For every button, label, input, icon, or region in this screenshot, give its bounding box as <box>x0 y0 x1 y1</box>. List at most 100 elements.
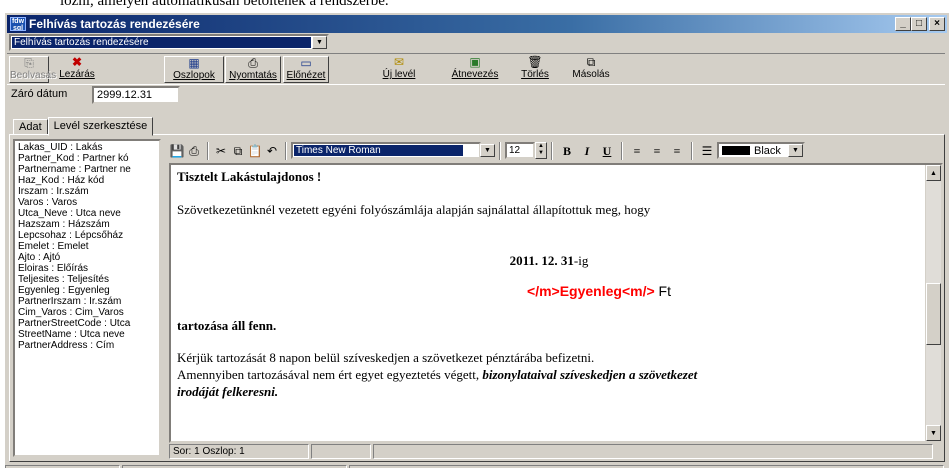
template-select-value: Felhívás tartozás rendezésére <box>12 37 311 48</box>
letter-line: Szövetkezetünknél vezetett egyéni folyós… <box>177 202 651 217</box>
letter-amount-line: </m>Egyenleg<m/> Ft <box>171 283 941 299</box>
italic-button[interactable]: I <box>577 142 597 160</box>
letter-date-line: 2011. 12. 31-ig <box>171 253 927 269</box>
letter-line: Amennyiben tartozásával nem ért egyet eg… <box>177 367 697 383</box>
underline-button[interactable]: U <box>597 142 617 160</box>
merge-field-item[interactable]: Varos : Varos <box>18 197 159 208</box>
amount-unit: Ft <box>654 283 671 299</box>
toolbar-separator <box>691 141 693 160</box>
red-x-icon: ✖ <box>71 55 83 69</box>
window-title: Felhívás tartozás rendezésére <box>29 17 200 31</box>
merge-field-item[interactable]: Emelet : Emelet <box>18 241 159 252</box>
letter-greeting: Tisztelt Lakástulajdonos ! <box>177 169 322 184</box>
merge-field-item[interactable]: Ajto : Ajtó <box>18 252 159 263</box>
copy-icon: ⧉ <box>586 55 596 69</box>
merge-field-item[interactable]: Eloiras : Előírás <box>18 263 159 274</box>
scroll-thumb[interactable] <box>926 283 941 345</box>
merge-field-item[interactable]: Partnername : Partner ne <box>18 164 159 175</box>
merge-field-item[interactable]: PartnerAddress : Cím <box>18 340 159 351</box>
letter-editor-window: fdw sql Felhívás tartozás rendezésére _ … <box>4 12 949 468</box>
app-icon: fdw sql <box>10 17 26 31</box>
merge-field-egyenleg: </m>Egyenleg<m/> <box>527 283 655 299</box>
rename-button[interactable]: ▣ Átnevezés <box>447 56 503 83</box>
merge-field-item[interactable]: Hazszam : Házszám <box>18 219 159 230</box>
toolbar-separator <box>207 141 209 160</box>
toolbar-separator <box>551 141 553 160</box>
cut-icon[interactable]: ✂ <box>213 143 229 159</box>
align-center-icon[interactable]: ≡ <box>647 142 667 160</box>
preview-button[interactable]: ▭ Előnézet <box>283 56 329 83</box>
merge-field-item[interactable]: Cim_Varos : Cim_Varos <box>18 307 159 318</box>
copy-icon[interactable]: ⧉ <box>230 143 246 159</box>
tab-strip: Adat Levél szerkesztése <box>13 117 154 136</box>
letter-line-plain: Amennyiben tartozásával nem ért egyet eg… <box>177 367 483 382</box>
merge-field-item[interactable]: Lakas_UID : Lakás <box>18 142 159 153</box>
align-right-icon[interactable]: ≡ <box>667 142 687 160</box>
letter-line: Kérjük tartozását 8 napon belül szíveske… <box>177 350 595 365</box>
letter-line-emphasis: irodáját felkeresni. <box>177 384 279 399</box>
print-icon[interactable]: ⎙ <box>186 143 202 159</box>
merge-field-item[interactable]: Egyenleg : Egyenleg <box>18 285 159 296</box>
merge-field-item[interactable]: PartnerStreetCode : Utca <box>18 318 159 329</box>
close-period-button[interactable]: ✖ Lezárás <box>55 56 99 83</box>
delete-button[interactable]: 🗑 Törlés <box>515 56 555 83</box>
tab-letter-edit[interactable]: Levél szerkesztése <box>47 117 154 136</box>
align-left-icon[interactable]: ≡ <box>627 142 647 160</box>
merge-field-item[interactable]: Lepcsohaz : Lépcsőház <box>18 230 159 241</box>
font-select[interactable]: Times New Roman <box>291 142 481 159</box>
maximize-button[interactable]: □ <box>911 17 927 31</box>
copy-button[interactable]: ⧉ Másolás <box>567 56 615 83</box>
status-panel <box>373 444 933 459</box>
merge-field-item[interactable]: Utca_Neve : Utca neve <box>18 208 159 219</box>
title-bar[interactable]: fdw sql Felhívás tartozás rendezésére _ … <box>7 15 947 33</box>
cursor-position: Sor: 1 Oszlop: 1 <box>169 444 309 459</box>
toolbar-separator <box>285 141 287 160</box>
closing-date-label: Záró dátum <box>11 88 68 100</box>
chevron-down-icon[interactable]: ▼ <box>312 36 327 49</box>
merge-field-item[interactable]: Irszam : Ir.szám <box>18 186 159 197</box>
chevron-down-icon[interactable]: ▼ <box>788 144 803 157</box>
closing-date-input[interactable]: 2999.12.31 <box>92 86 180 104</box>
letter-debt-line: tartozása áll fenn. <box>177 318 277 333</box>
merge-field-item[interactable]: StreetName : Utca neve <box>18 329 159 340</box>
close-button[interactable]: × <box>929 17 945 31</box>
toolbar-separator <box>499 141 501 160</box>
status-panel <box>311 444 371 459</box>
font-select-value: Times New Roman <box>294 145 463 156</box>
minimize-button[interactable]: _ <box>895 17 911 31</box>
save-icon[interactable]: 💾 <box>169 143 185 159</box>
columns-button[interactable]: ▦ Oszlopok <box>164 56 224 83</box>
merge-field-item[interactable]: Haz_Kod : Ház kód <box>18 175 159 186</box>
letter-line-emphasis: bizonylataival szíveskedjen a szövetkeze… <box>482 367 698 382</box>
merge-field-item[interactable]: Partner_Kod : Partner kó <box>18 153 159 164</box>
editor-toolbar: 💾 ⎙ ✂ ⧉ 📋 ↶ Times New Roman ▼ 12 ▲ ▼ B I … <box>169 139 943 162</box>
scroll-up-icon[interactable]: ▲ <box>926 165 941 181</box>
window-controls: _ □ × <box>895 17 945 31</box>
paste-icon[interactable]: 📋 <box>247 143 263 159</box>
tab-adat[interactable]: Adat <box>13 119 48 135</box>
letter-date-suffix: -ig <box>573 253 589 268</box>
merge-field-item[interactable]: PartnerIrszam : Ir.szám <box>18 296 159 307</box>
new-letter-button[interactable]: ✉ Új levél <box>375 56 423 83</box>
print-button[interactable]: ⎙ Nyomtatás <box>225 56 281 83</box>
color-select[interactable]: Black ▼ <box>717 142 805 159</box>
columns-icon: ▦ <box>188 56 200 70</box>
font-size-spinner[interactable]: ▲ ▼ <box>535 142 547 159</box>
read-in-button[interactable]: ⎘ Beolvasás <box>9 56 56 83</box>
font-size-input[interactable]: 12 <box>505 142 535 159</box>
scroll-down-icon[interactable]: ▼ <box>926 425 941 441</box>
chevron-down-icon[interactable]: ▼ <box>480 144 495 157</box>
merge-field-list[interactable]: Lakas_UID : Lakás Partner_Kod : Partner k… <box>13 139 161 457</box>
bullet-list-icon[interactable]: ☰ <box>697 142 717 160</box>
closing-date-row: Záró dátum 2999.12.31 <box>7 85 945 107</box>
template-select[interactable]: Felhívás tartozás rendezésére ▼ <box>9 34 329 51</box>
bold-button[interactable]: B <box>557 142 577 160</box>
letter-date: 2011. 12. 31 <box>509 253 574 268</box>
editor-scrollbar[interactable]: ▲ ▼ <box>925 165 941 441</box>
color-select-value: Black <box>754 144 781 157</box>
merge-field-item[interactable]: Teljesites : Teljesítés <box>18 274 159 285</box>
undo-icon[interactable]: ↶ <box>264 143 280 159</box>
trash-icon: 🗑 <box>527 55 543 69</box>
color-swatch <box>722 146 750 155</box>
letter-editor[interactable]: Tisztelt Lakástulajdonos ! Szövetkezetün… <box>169 163 943 443</box>
